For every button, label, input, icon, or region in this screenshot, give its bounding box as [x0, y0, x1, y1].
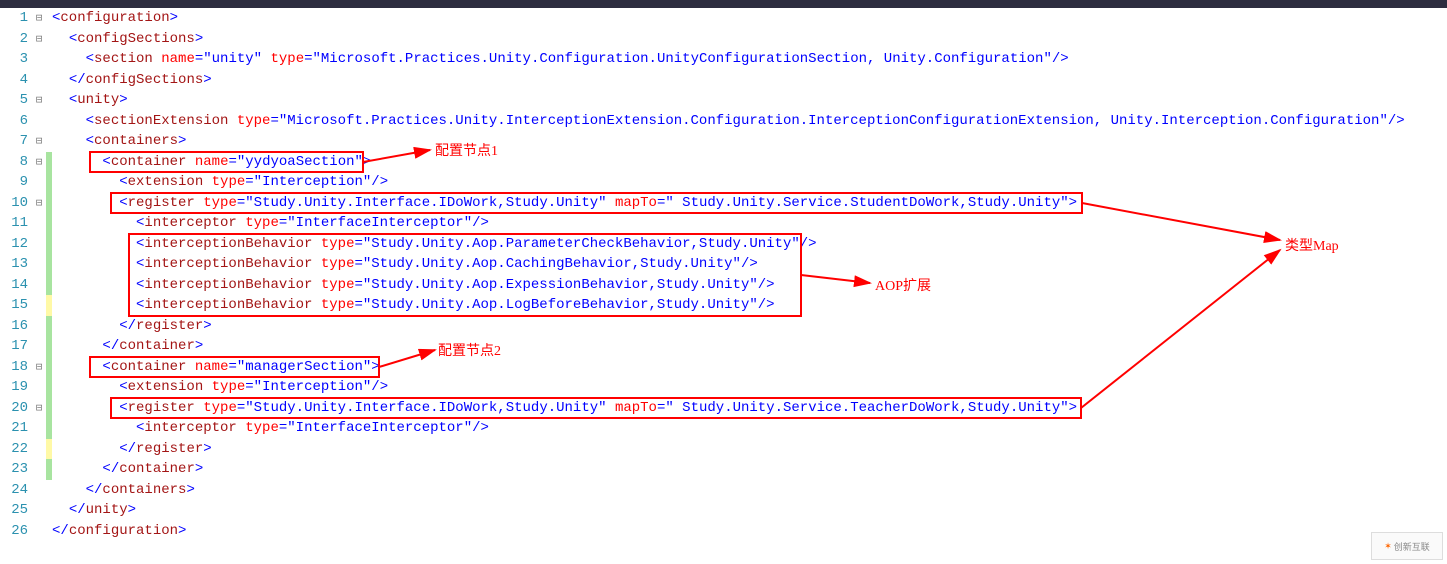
code-line[interactable]: </register>: [52, 439, 1447, 460]
fold-toggle-icon: [32, 377, 46, 398]
fold-toggle-icon[interactable]: ⊟: [32, 8, 46, 29]
code-line[interactable]: <sectionExtension type="Microsoft.Practi…: [52, 111, 1447, 132]
line-number[interactable]: 4: [0, 70, 28, 91]
line-number[interactable]: 15: [0, 295, 28, 316]
line-number[interactable]: 13: [0, 254, 28, 275]
code-line[interactable]: <configSections>: [52, 29, 1447, 50]
code-editor[interactable]: 1234567891011121314151617181920212223242…: [0, 8, 1447, 564]
line-number[interactable]: 20: [0, 398, 28, 419]
line-number[interactable]: 11: [0, 213, 28, 234]
line-number[interactable]: 14: [0, 275, 28, 296]
code-line[interactable]: <extension type="Interception"/>: [52, 172, 1447, 193]
line-number[interactable]: 3: [0, 49, 28, 70]
line-number[interactable]: 1: [0, 8, 28, 29]
line-number[interactable]: 2: [0, 29, 28, 50]
fold-toggle-icon: [32, 213, 46, 234]
code-line[interactable]: <section name="unity" type="Microsoft.Pr…: [52, 49, 1447, 70]
fold-toggle-icon: [32, 275, 46, 296]
fold-toggle-icon[interactable]: ⊟: [32, 90, 46, 111]
line-number[interactable]: 25: [0, 500, 28, 521]
annotation-config-node-1: 配置节点1: [435, 140, 498, 160]
code-line[interactable]: <containers>: [52, 131, 1447, 152]
code-line[interactable]: <interceptionBehavior type="Study.Unity.…: [52, 295, 1447, 316]
line-number[interactable]: 5: [0, 90, 28, 111]
fold-toggle-icon: [32, 70, 46, 91]
line-number[interactable]: 22: [0, 439, 28, 460]
code-line[interactable]: </configuration>: [52, 521, 1447, 542]
fold-gutter[interactable]: ⊟⊟⊟⊟⊟⊟⊟⊟: [32, 8, 46, 564]
fold-toggle-icon: [32, 439, 46, 460]
code-line[interactable]: <container name="managerSection">: [52, 357, 1447, 378]
code-line[interactable]: </containers>: [52, 480, 1447, 501]
fold-toggle-icon: [32, 500, 46, 521]
fold-toggle-icon: [32, 480, 46, 501]
code-line[interactable]: <interceptor type="InterfaceInterceptor"…: [52, 213, 1447, 234]
line-number[interactable]: 18: [0, 357, 28, 378]
fold-toggle-icon: [32, 49, 46, 70]
line-number[interactable]: 23: [0, 459, 28, 480]
line-number[interactable]: 19: [0, 377, 28, 398]
code-line[interactable]: <unity>: [52, 90, 1447, 111]
fold-toggle-icon[interactable]: ⊟: [32, 131, 46, 152]
code-line[interactable]: <register type="Study.Unity.Interface.ID…: [52, 193, 1447, 214]
line-number[interactable]: 16: [0, 316, 28, 337]
code-line[interactable]: <container name="yydyoaSection">: [52, 152, 1447, 173]
line-number[interactable]: 17: [0, 336, 28, 357]
line-number[interactable]: 24: [0, 480, 28, 501]
annotation-aop: AOP扩展: [875, 275, 931, 295]
fold-toggle-icon: [32, 172, 46, 193]
fold-toggle-icon: [32, 336, 46, 357]
code-line[interactable]: <interceptionBehavior type="Study.Unity.…: [52, 234, 1447, 255]
line-number[interactable]: 21: [0, 418, 28, 439]
fold-toggle-icon[interactable]: ⊟: [32, 357, 46, 378]
code-line[interactable]: <interceptionBehavior type="Study.Unity.…: [52, 254, 1447, 275]
line-number[interactable]: 9: [0, 172, 28, 193]
fold-toggle-icon[interactable]: ⊟: [32, 29, 46, 50]
fold-toggle-icon: [32, 254, 46, 275]
fold-toggle-icon: [32, 111, 46, 132]
fold-toggle-icon[interactable]: ⊟: [32, 193, 46, 214]
code-line[interactable]: </container>: [52, 336, 1447, 357]
fold-toggle-icon: [32, 295, 46, 316]
line-number-gutter[interactable]: 1234567891011121314151617181920212223242…: [0, 8, 32, 564]
fold-toggle-icon: [32, 418, 46, 439]
code-line[interactable]: <configuration>: [52, 8, 1447, 29]
fold-toggle-icon[interactable]: ⊟: [32, 398, 46, 419]
line-number[interactable]: 12: [0, 234, 28, 255]
code-line[interactable]: </register>: [52, 316, 1447, 337]
annotation-config-node-2: 配置节点2: [438, 340, 501, 360]
code-line[interactable]: <register type="Study.Unity.Interface.ID…: [52, 398, 1447, 419]
watermark-logo: ✶创新互联: [1371, 532, 1443, 560]
title-bar: [0, 0, 1447, 8]
fold-toggle-icon: [32, 316, 46, 337]
line-number[interactable]: 7: [0, 131, 28, 152]
fold-toggle-icon: [32, 234, 46, 255]
fold-toggle-icon: [32, 521, 46, 542]
code-line[interactable]: <interceptor type="InterfaceInterceptor"…: [52, 418, 1447, 439]
fold-toggle-icon[interactable]: ⊟: [32, 152, 46, 173]
code-line[interactable]: <extension type="Interception"/>: [52, 377, 1447, 398]
line-number[interactable]: 26: [0, 521, 28, 542]
code-line[interactable]: </configSections>: [52, 70, 1447, 91]
code-line[interactable]: </unity>: [52, 500, 1447, 521]
fold-toggle-icon: [32, 459, 46, 480]
line-number[interactable]: 8: [0, 152, 28, 173]
line-number[interactable]: 10: [0, 193, 28, 214]
code-content[interactable]: <configuration> <configSections> <sectio…: [52, 8, 1447, 564]
annotation-type-map: 类型Map: [1285, 235, 1339, 255]
line-number[interactable]: 6: [0, 111, 28, 132]
code-line[interactable]: </container>: [52, 459, 1447, 480]
code-line[interactable]: <interceptionBehavior type="Study.Unity.…: [52, 275, 1447, 296]
